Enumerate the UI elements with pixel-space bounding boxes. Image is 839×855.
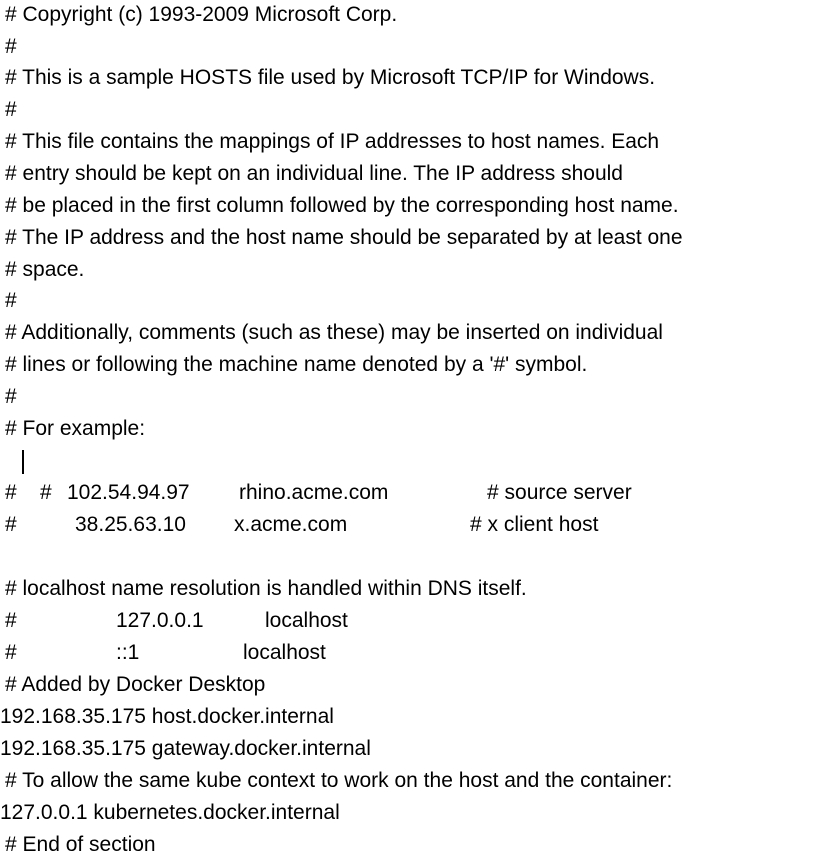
text-line: # — [5, 385, 17, 408]
text-line: # This file contains the mappings of IP … — [5, 130, 660, 153]
text-line: # be placed in the first column followed… — [5, 194, 679, 217]
text-line: # entry should be kept on an individual … — [5, 162, 623, 185]
localhost-host: localhost — [265, 609, 348, 632]
text-line-with-caret: # — [5, 445, 52, 504]
comment-hash: # — [5, 641, 17, 664]
line-text: # — [40, 481, 52, 504]
hosts-file-editor[interactable]: # Copyright (c) 1993-2009 Microsoft Corp… — [0, 0, 839, 855]
comment-hash: # — [5, 513, 17, 536]
text-line: # Additionally, comments (such as these)… — [5, 321, 663, 344]
localhost-ip: ::1 — [116, 641, 140, 664]
text-cursor — [22, 450, 24, 474]
localhost-row: # 127.0.0.1 localhost — [5, 605, 348, 637]
text-content[interactable]: # Copyright (c) 1993-2009 Microsoft Corp… — [0, 0, 839, 855]
example-row: # 38.25.63.10 x.acme.com # x client host — [5, 509, 598, 541]
text-line: 127.0.0.1 kubernetes.docker.internal — [0, 801, 340, 824]
text-line: # Copyright (c) 1993-2009 Microsoft Corp… — [5, 3, 398, 26]
comment-hash: # — [5, 609, 17, 632]
text-line: 192.168.35.175 gateway.docker.internal — [0, 737, 371, 760]
example-ip: 38.25.63.10 — [75, 513, 186, 536]
text-line: # To allow the same kube context to work… — [5, 769, 673, 792]
example-ip: 102.54.94.97 — [67, 481, 190, 504]
example-comment: # x client host — [470, 513, 599, 536]
example-host: x.acme.com — [234, 513, 348, 536]
text-line: # End of section — [5, 833, 156, 855]
example-comment: # source server — [487, 481, 632, 504]
localhost-host: localhost — [243, 641, 326, 664]
text-line: # The IP address and the host name shoul… — [5, 226, 683, 249]
text-line: # lines or following the machine name de… — [5, 353, 588, 376]
example-host: rhino.acme.com — [239, 481, 389, 504]
text-line: # — [5, 35, 17, 58]
localhost-ip: 127.0.0.1 — [116, 609, 204, 632]
text-line: 192.168.35.175 host.docker.internal — [0, 705, 334, 728]
text-line: # — [5, 98, 17, 121]
localhost-row: # ::1 localhost — [5, 637, 326, 669]
example-row: # 102.54.94.97 rhino.acme.com # source s… — [5, 477, 632, 509]
text-line: # localhost name resolution is handled w… — [5, 577, 527, 600]
text-line: # For example: — [5, 417, 146, 440]
text-line: # — [5, 289, 17, 312]
text-line: # This is a sample HOSTS file used by Mi… — [5, 66, 656, 89]
text-line: # space. — [5, 258, 85, 281]
comment-hash: # — [5, 481, 17, 504]
text-line: # Added by Docker Desktop — [5, 673, 266, 696]
